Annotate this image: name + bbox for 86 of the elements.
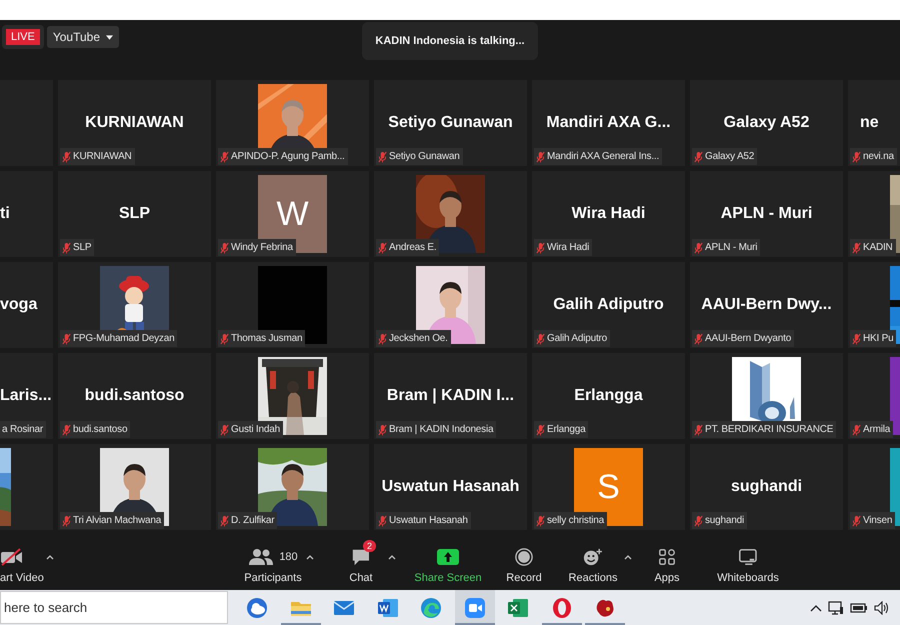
display-name: APLN - Muri <box>720 205 812 223</box>
display-name: KURNIAWAN <box>85 114 184 132</box>
participant-name: Thomas Jusman <box>231 333 302 344</box>
participant-name: AAUI-Bern Dwyanto <box>705 333 792 344</box>
display-name: AAUI-Bern Dwy... <box>701 296 832 314</box>
display-name: SLP <box>118 205 150 223</box>
participant-name: KURNIAWAN <box>73 151 132 162</box>
display-name: Mandiri AXA G... <box>546 114 671 132</box>
display-name: Wira Hadi <box>572 205 646 223</box>
display-name: budi.santoso <box>84 387 184 405</box>
share-screen-icon <box>436 548 460 566</box>
participant-name: Uswatun Hasanah <box>389 515 468 526</box>
stream-dropdown[interactable]: YouTube <box>46 26 120 48</box>
participant-name: Wira Hadi <box>547 242 590 253</box>
participant-name: KADIN <box>863 242 893 253</box>
whiteboard-icon <box>738 548 758 566</box>
network-icon[interactable] <box>828 600 844 614</box>
chat-bubble-icon <box>351 548 371 566</box>
display-name: Bram | KADIN I... <box>386 387 514 405</box>
live-badge: LIVE <box>3 26 43 48</box>
caret-icon[interactable] <box>624 554 632 560</box>
participant-name: PT. BERDIKARI INSURANCE <box>705 424 834 435</box>
participant-name: sughandi <box>705 515 744 526</box>
participant-name: APINDO-P. Agung Pamb... <box>231 151 345 162</box>
battery-icon[interactable] <box>850 600 868 614</box>
participant-name: selly christina <box>547 515 604 526</box>
video-off-icon <box>0 548 24 566</box>
caret-icon[interactable] <box>306 554 314 560</box>
participant-name: HKI Pu <box>863 333 894 344</box>
apps-button[interactable]: Apps <box>644 530 690 584</box>
record-button[interactable]: Record <box>496 530 552 584</box>
ring-icon <box>550 596 572 618</box>
display-name: Galaxy A52 <box>724 114 810 132</box>
participant-name: Bram | KADIN Indonesia <box>389 424 494 435</box>
participant-name: Erlangga <box>547 424 586 435</box>
taskbar-app-button[interactable] <box>454 590 494 625</box>
display-name: Uswatun Hasanah <box>382 478 520 496</box>
record-icon <box>515 548 533 566</box>
display-name: ne <box>860 114 879 132</box>
participant-count: 180 <box>279 551 298 563</box>
start-video-button[interactable]: art Video <box>0 530 44 584</box>
caret-icon[interactable] <box>46 554 54 560</box>
participant-name: Andreas E. <box>389 242 436 253</box>
participant-name: Jeckshen Oe. <box>389 333 448 344</box>
participant-name: APLN - Muri <box>705 242 758 253</box>
share-screen-button[interactable]: Share Screen <box>412 530 484 584</box>
video-camera-icon <box>464 596 486 618</box>
document-icon <box>376 596 398 618</box>
caret-icon <box>106 34 114 40</box>
participants-button[interactable]: 180 Participants <box>242 530 304 584</box>
participant-name: nevi.na <box>863 151 894 162</box>
participant-name: SLP <box>73 242 92 253</box>
display-name: ti <box>0 205 10 223</box>
news-icon <box>246 596 268 618</box>
display-name: Setiyo Gunawan <box>388 114 513 132</box>
participant-name: Tri Alvian Machwana <box>73 515 162 526</box>
volume-icon[interactable] <box>874 600 890 614</box>
talking-banner: KADIN Indonesia is talking... <box>362 22 538 60</box>
smiley-icon <box>583 548 603 566</box>
participant-name: D. Zulfikar <box>231 515 274 526</box>
unread-badge: 2 <box>363 540 376 552</box>
caret-icon[interactable] <box>388 554 396 560</box>
display-name: sughandi <box>730 478 802 496</box>
participant-name: a Rosinar <box>2 424 43 435</box>
participant-name: Armila <box>863 424 890 435</box>
display-name: Erlangga <box>574 387 643 405</box>
display-name: voga <box>0 296 38 314</box>
chat-button[interactable]: Chat 2 <box>336 530 386 584</box>
participant-name: Windy Febrina <box>231 242 293 253</box>
search-field[interactable]: here to search <box>0 591 228 624</box>
browser-icon <box>420 596 442 618</box>
participant-name: Gusti Indah <box>231 424 280 435</box>
participant-name: Mandiri AXA General Ins... <box>547 151 660 162</box>
whiteboards-button[interactable]: Whiteboards <box>712 530 784 584</box>
display-name: Galih Adiputro <box>553 296 664 314</box>
participant-name: Setiyo Gunawan <box>389 151 460 162</box>
participant-name: budi.santoso <box>73 424 128 435</box>
participant-name: FPG-Muhamad Deyzan <box>73 333 174 344</box>
spreadsheet-icon <box>507 596 529 618</box>
participant-name: Galaxy A52 <box>705 151 754 162</box>
apps-icon <box>658 548 676 566</box>
participant-name: Vinsen <box>863 515 892 526</box>
participant-name: Galih Adiputro <box>547 333 608 344</box>
display-name: Laris... <box>0 387 52 405</box>
reactions-button[interactable]: Reactions <box>564 530 622 584</box>
people-icon <box>248 548 274 566</box>
